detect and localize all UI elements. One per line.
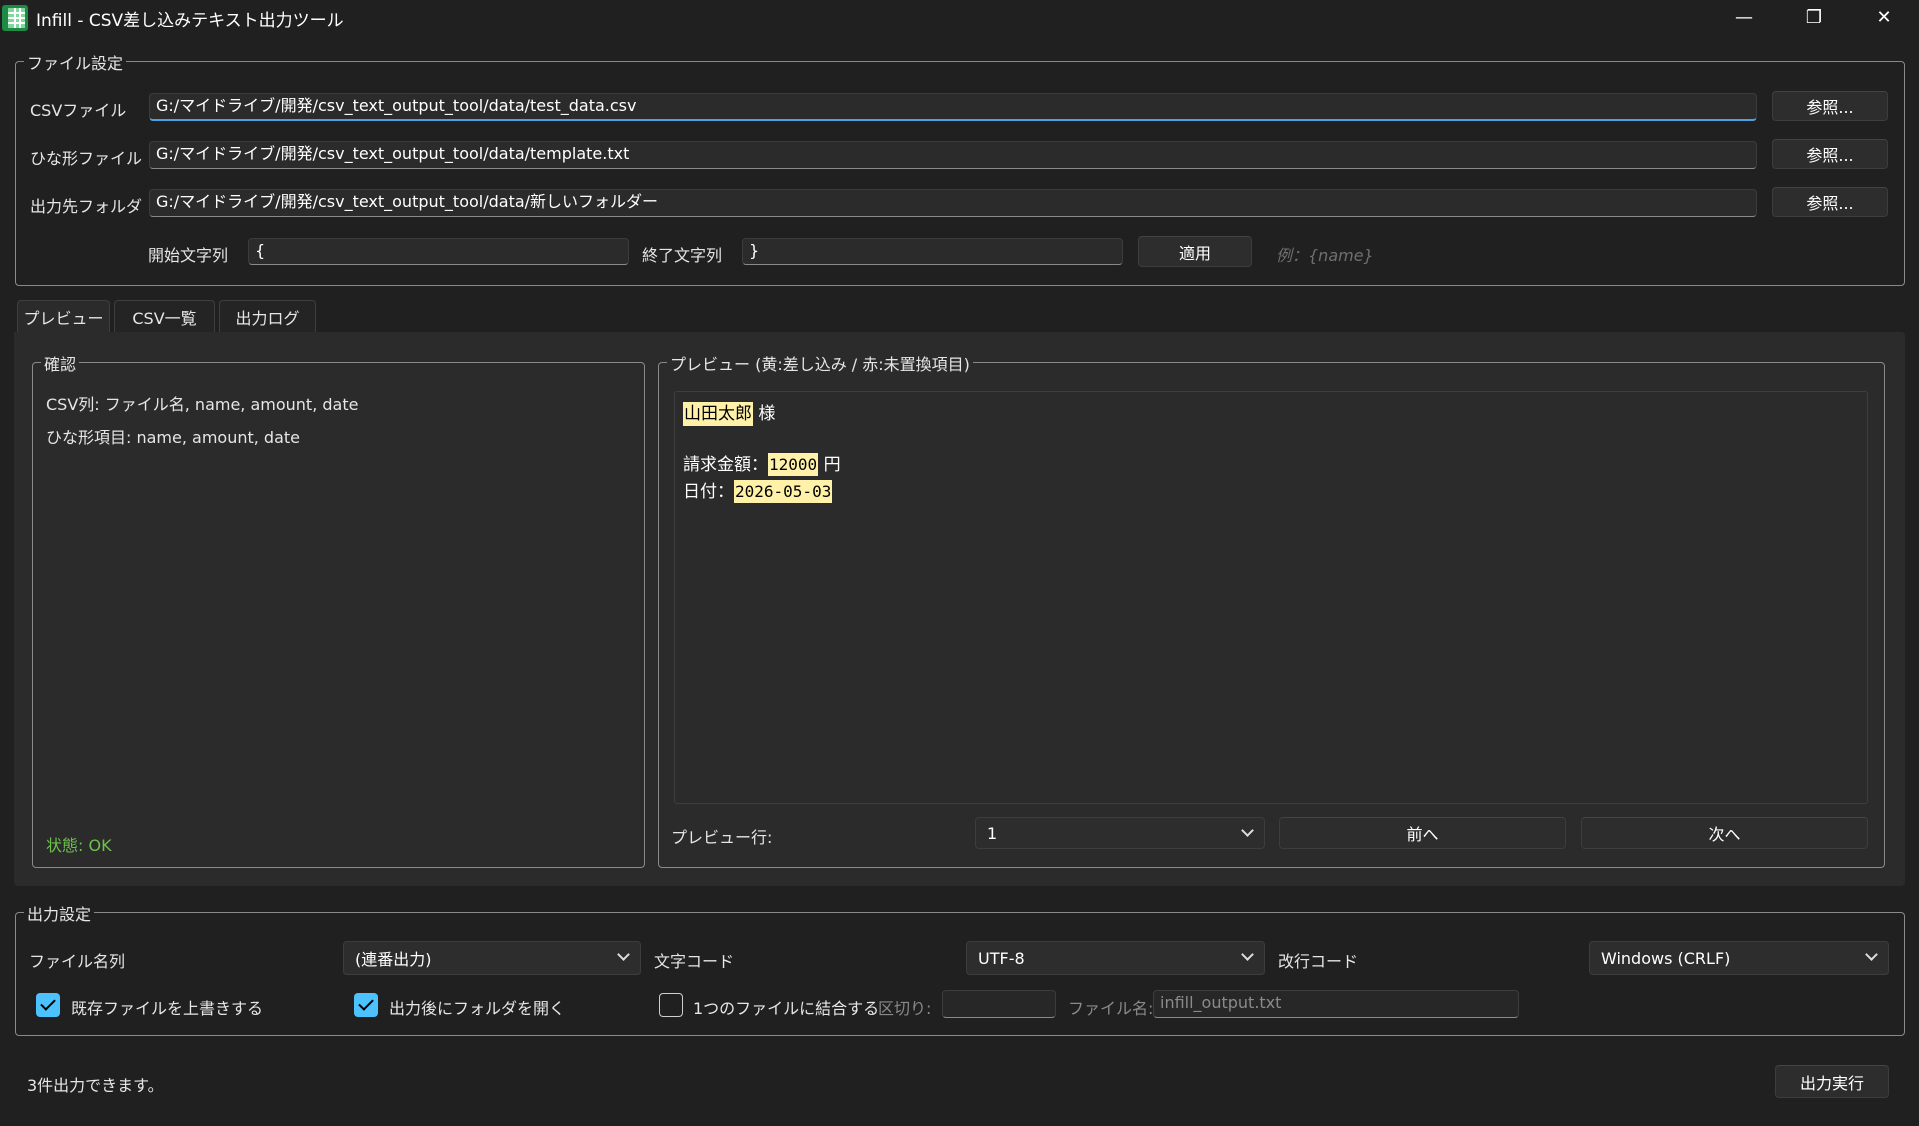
encoding-label: 文字コード bbox=[654, 952, 735, 971]
run-output-button[interactable]: 出力実行 bbox=[1775, 1065, 1889, 1098]
csv-columns-text: CSV列: ファイル名, name, amount, date bbox=[46, 395, 359, 414]
window-title: Infill - CSV差し込みテキスト出力ツール bbox=[36, 10, 344, 31]
combine-label[interactable]: 1つのファイルに結合する bbox=[693, 995, 879, 1019]
filename-column-label: ファイル名列 bbox=[29, 952, 126, 971]
date-prefix: 日付： bbox=[683, 482, 734, 502]
separator-label: 区切り: bbox=[878, 999, 932, 1018]
combined-filename-input[interactable]: infill_output.txt bbox=[1153, 990, 1519, 1018]
overwrite-checkbox[interactable] bbox=[36, 993, 60, 1017]
chevron-down-icon bbox=[1241, 948, 1254, 961]
preview-line-name: 山田太郎 様 bbox=[683, 399, 776, 426]
next-button[interactable]: 次へ bbox=[1581, 817, 1868, 849]
combined-filename-placeholder: infill_output.txt bbox=[1160, 993, 1282, 1012]
open-folder-label[interactable]: 出力後にフォルダを開く bbox=[389, 995, 565, 1019]
confirm-title: 確認 bbox=[41, 351, 80, 375]
csv-browse-button[interactable]: 参照... bbox=[1772, 91, 1888, 121]
minimize-icon[interactable]: — bbox=[1709, 0, 1779, 34]
amount-prefix: 請求金額： bbox=[683, 455, 768, 475]
preview-row-select[interactable]: 1 bbox=[975, 817, 1265, 849]
output-count-status: 3件出力できます。 bbox=[27, 1076, 164, 1095]
newline-value: Windows (CRLF) bbox=[1601, 948, 1731, 968]
apply-button[interactable]: 適用 bbox=[1138, 236, 1252, 267]
inserted-date-value: 2026-05-03 bbox=[734, 480, 833, 503]
encoding-select[interactable]: UTF-8 bbox=[966, 941, 1265, 975]
combine-checkbox[interactable] bbox=[659, 993, 683, 1017]
restore-icon[interactable]: ❐ bbox=[1779, 0, 1849, 34]
output-folder-input[interactable]: G:/マイドライブ/開発/csv_text_output_tool/data/新… bbox=[149, 189, 1757, 217]
template-browse-button[interactable]: 参照... bbox=[1772, 139, 1888, 169]
start-string-label: 開始文字列 bbox=[148, 246, 229, 265]
filename-column-select[interactable]: (連番出力) bbox=[343, 941, 641, 975]
preview-row-value: 1 bbox=[987, 823, 998, 843]
filename-column-value: (連番出力) bbox=[355, 950, 432, 969]
open-folder-checkbox[interactable] bbox=[354, 993, 378, 1017]
name-suffix: 様 bbox=[753, 404, 776, 424]
tab-csv-list[interactable]: CSV一覧 bbox=[114, 300, 215, 332]
amount-suffix: 円 bbox=[818, 455, 841, 475]
template-file-label: ひな形ファイル bbox=[30, 149, 143, 168]
example-hint: 例：{name} bbox=[1276, 246, 1374, 265]
chevron-down-icon bbox=[1241, 824, 1254, 837]
status-text: 状態: OK bbox=[46, 836, 112, 855]
template-items-text: ひな形項目: name, amount, date bbox=[46, 428, 301, 447]
preview-row-label: プレビュー行: bbox=[671, 828, 773, 847]
preview-line-date: 日付：2026-05-03 bbox=[683, 477, 833, 503]
combined-filename-label: ファイル名: bbox=[1068, 999, 1154, 1018]
chevron-down-icon bbox=[1865, 948, 1878, 961]
newline-label: 改行コード bbox=[1278, 952, 1359, 971]
preview-title: プレビュー (黄:差し込み / 赤:未置換項目) bbox=[667, 351, 973, 375]
tab-output-log[interactable]: 出力ログ bbox=[219, 300, 316, 332]
window-controls: — ❐ ✕ bbox=[1709, 0, 1919, 34]
end-string-input[interactable]: } bbox=[742, 238, 1123, 265]
output-folder-label: 出力先フォルダ bbox=[30, 197, 143, 216]
separator-input[interactable] bbox=[942, 990, 1056, 1018]
inserted-name-value: 山田太郎 bbox=[683, 402, 753, 426]
encoding-value: UTF-8 bbox=[978, 948, 1025, 968]
chevron-down-icon bbox=[617, 948, 630, 961]
template-file-input[interactable]: G:/マイドライブ/開発/csv_text_output_tool/data/t… bbox=[149, 141, 1757, 169]
preview-line-amount: 請求金額：12000 円 bbox=[683, 450, 841, 476]
csv-file-label: CSVファイル bbox=[30, 101, 127, 120]
output-browse-button[interactable]: 参照... bbox=[1772, 187, 1888, 217]
overwrite-label[interactable]: 既存ファイルを上書きする bbox=[71, 995, 263, 1019]
preview-text-area[interactable]: 山田太郎 様 請求金額：12000 円 日付：2026-05-03 bbox=[674, 391, 1868, 804]
file-settings-title: ファイル設定 bbox=[24, 50, 127, 74]
newline-select[interactable]: Windows (CRLF) bbox=[1589, 941, 1889, 975]
tab-preview[interactable]: プレビュー bbox=[17, 300, 110, 332]
csv-file-input[interactable]: G:/マイドライブ/開発/csv_text_output_tool/data/t… bbox=[149, 93, 1757, 121]
start-string-input[interactable]: { bbox=[248, 238, 629, 265]
output-settings-title: 出力設定 bbox=[24, 901, 95, 925]
close-icon[interactable]: ✕ bbox=[1849, 0, 1919, 34]
end-string-label: 終了文字列 bbox=[642, 246, 723, 265]
inserted-amount-value: 12000 bbox=[768, 453, 819, 476]
title-bar: Infill - CSV差し込みテキスト出力ツール — ❐ ✕ bbox=[0, 0, 1919, 36]
app-spreadsheet-icon bbox=[2, 5, 28, 31]
previous-button[interactable]: 前へ bbox=[1279, 817, 1566, 849]
